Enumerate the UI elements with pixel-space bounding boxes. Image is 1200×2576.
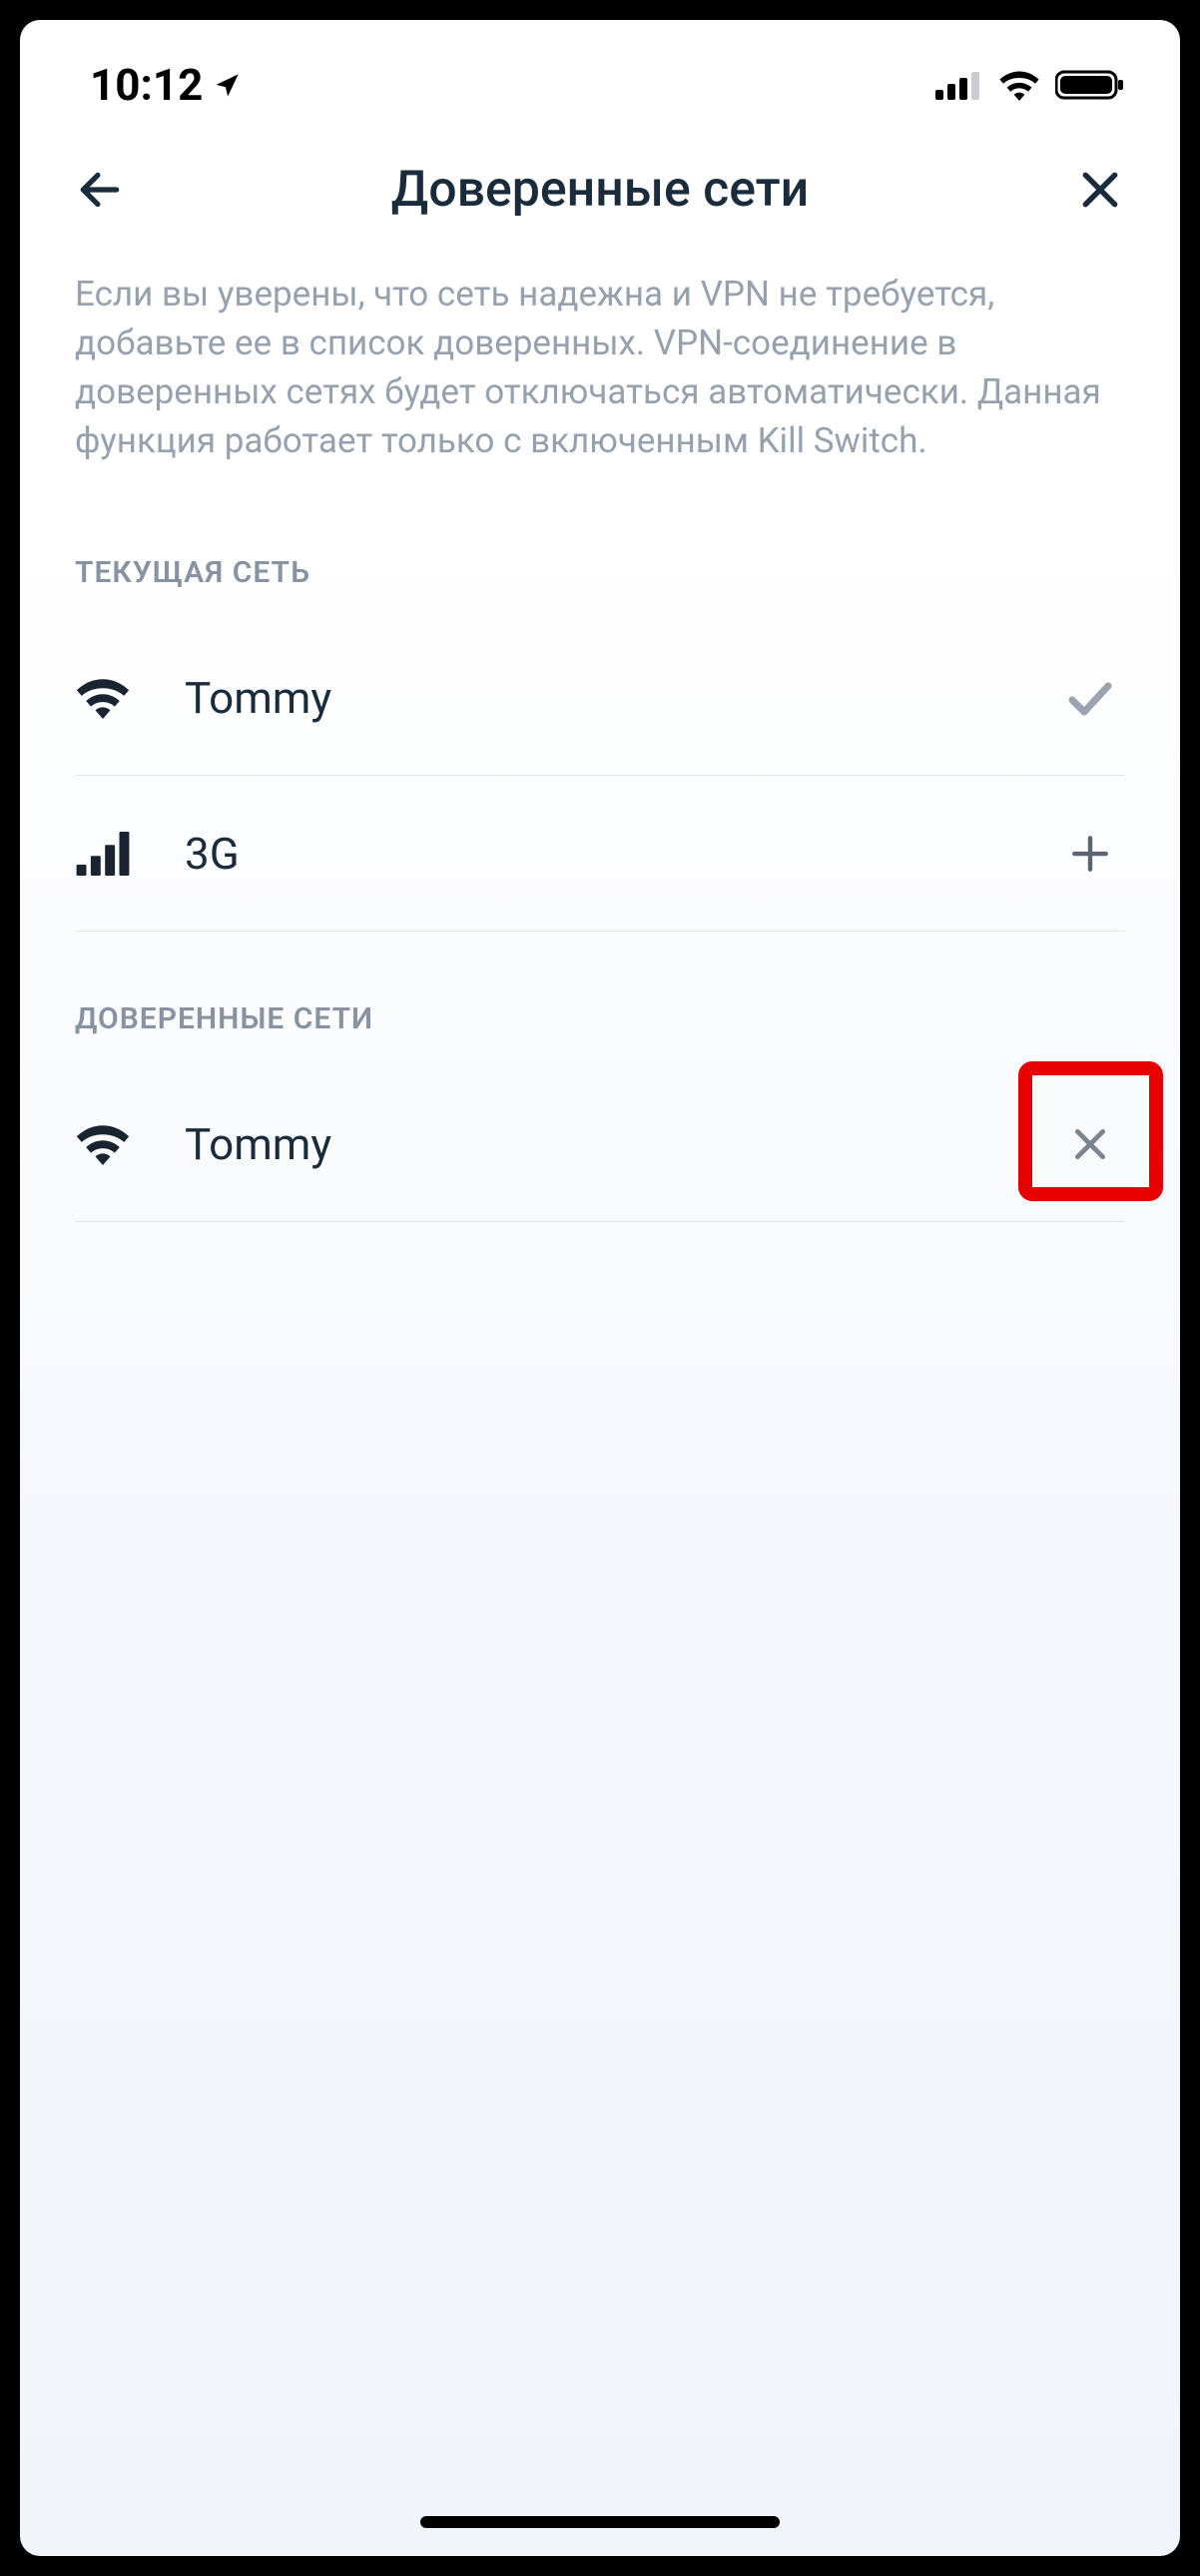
section-current-title: ТЕКУЩАЯ СЕТЬ [20,515,1180,620]
section-trusted-title: ДОВЕРЕННЫЕ СЕТИ [20,932,1180,1066]
close-button[interactable] [1070,160,1130,220]
network-name: Tommy [185,1118,1005,1170]
wifi-status-icon [997,69,1041,101]
cellular-signal-icon [935,70,983,100]
battery-icon [1055,69,1125,101]
location-icon [213,59,241,111]
home-indicator[interactable] [420,2516,780,2528]
list-item[interactable]: Tommy [75,620,1125,776]
page-header: Доверенные сети [20,130,1180,250]
trusted-network-list: Tommy [20,1066,1180,1222]
status-bar: 10:12 [20,20,1180,130]
list-item[interactable]: 3G [75,776,1125,932]
list-item[interactable]: Tommy [75,1066,1125,1222]
cellular-icon [75,832,135,876]
status-time: 10:12 [90,59,203,111]
back-button[interactable] [70,160,130,220]
wifi-icon [75,1122,135,1166]
check-icon[interactable] [1055,663,1125,733]
current-network-list: Tommy 3G [20,620,1180,932]
page-title: Доверенные сети [130,161,1070,219]
description-text: Если вы уверены, что сеть надежна и VPN … [20,250,1180,515]
remove-icon[interactable] [1055,1109,1125,1179]
network-name: 3G [185,828,1005,880]
network-name: Tommy [185,672,1005,724]
wifi-icon [75,676,135,720]
add-icon[interactable] [1055,819,1125,889]
